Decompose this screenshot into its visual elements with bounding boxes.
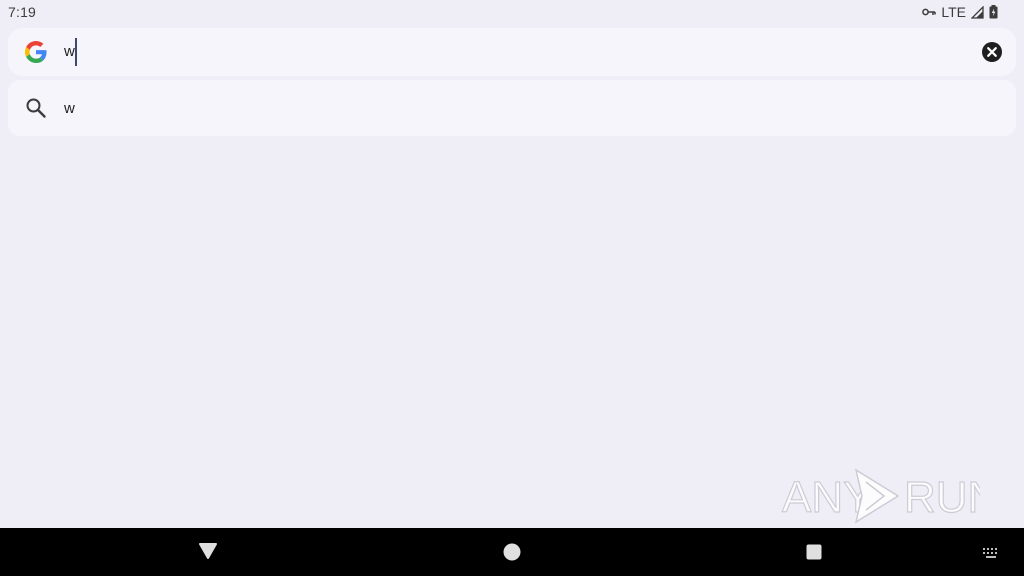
recents-icon[interactable]	[805, 543, 823, 561]
back-icon[interactable]	[198, 542, 218, 560]
suggestion-text: w	[64, 100, 75, 117]
text-cursor	[75, 38, 77, 66]
suggestion-item[interactable]: w	[8, 80, 1016, 136]
anyrun-watermark: ANY RUN	[780, 464, 1000, 524]
search-bar[interactable]: w	[8, 28, 1016, 76]
search-icon	[25, 97, 47, 119]
status-bar: 7:19 LTE	[0, 0, 1024, 24]
status-time: 7:19	[8, 4, 37, 20]
navigation-bar	[0, 528, 1024, 576]
watermark-play-logo	[854, 468, 900, 524]
watermark-text-right: RUN	[904, 473, 980, 522]
home-icon[interactable]	[502, 542, 522, 562]
network-type: LTE	[941, 4, 966, 20]
battery-icon	[989, 5, 998, 19]
google-logo-icon	[25, 41, 47, 63]
keyboard-icon[interactable]	[982, 546, 1000, 558]
clear-icon[interactable]	[982, 42, 1002, 62]
search-input[interactable]: w	[64, 42, 75, 62]
signal-icon	[971, 5, 984, 19]
status-icons: LTE	[922, 3, 998, 21]
vpn-key-icon	[922, 7, 937, 17]
